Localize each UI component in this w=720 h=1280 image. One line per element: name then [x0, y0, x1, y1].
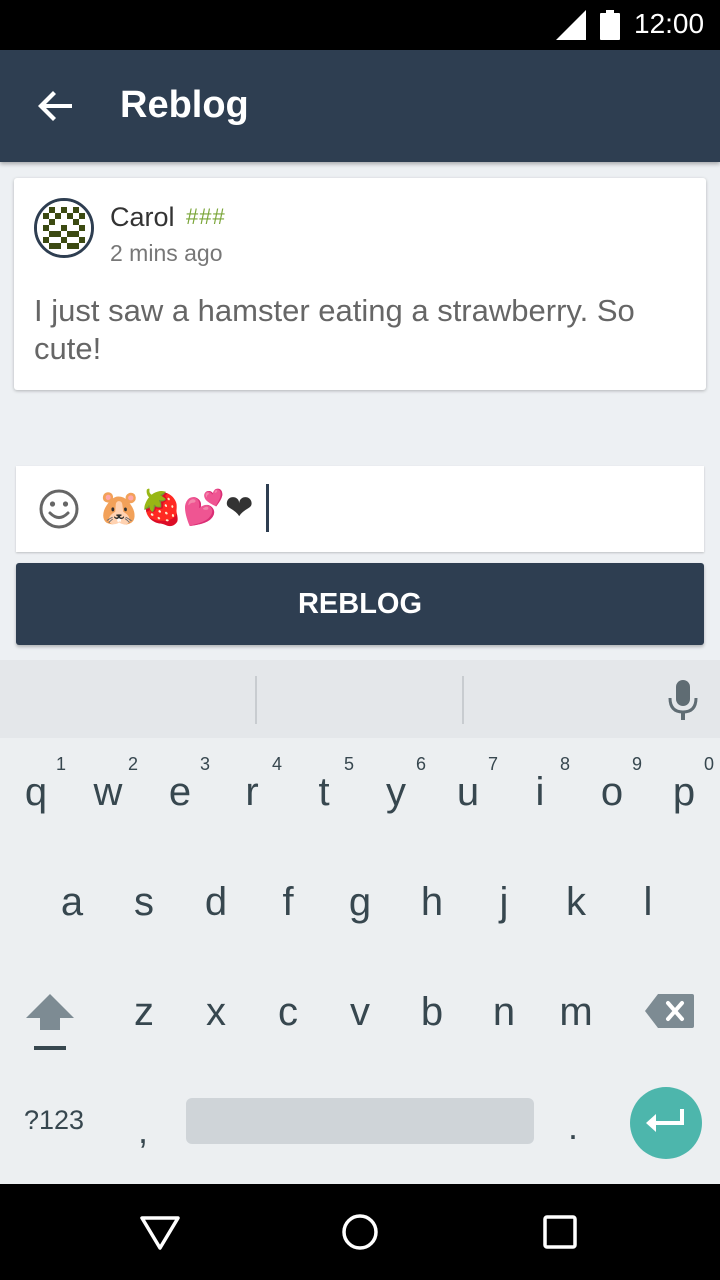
- key-q[interactable]: 1q: [0, 740, 72, 840]
- enter-icon: [646, 1109, 684, 1132]
- symbols-key[interactable]: ?123: [24, 1105, 84, 1136]
- key-label: f: [282, 880, 294, 924]
- microphone-icon[interactable]: [664, 678, 702, 722]
- key-label: c: [278, 990, 298, 1034]
- key-z[interactable]: z: [108, 972, 180, 1072]
- identicon-image: [37, 201, 91, 255]
- key-n[interactable]: n: [468, 972, 540, 1072]
- key-label: e: [168, 770, 192, 814]
- key-label: w: [93, 770, 123, 814]
- key-label: x: [206, 990, 226, 1034]
- key-d[interactable]: d: [180, 862, 252, 962]
- key-label: i: [535, 770, 545, 814]
- key-s[interactable]: s: [108, 862, 180, 962]
- nav-back-icon[interactable]: [138, 1212, 182, 1252]
- post-body: I just saw a hamster eating a strawberry…: [34, 293, 635, 366]
- avatar[interactable]: [34, 198, 94, 258]
- key-label: m: [559, 990, 593, 1034]
- key-f[interactable]: f: [252, 862, 324, 962]
- battery-icon: [600, 10, 620, 40]
- author-name[interactable]: Carol: [110, 202, 175, 233]
- key-label: j: [499, 880, 509, 924]
- post-tags[interactable]: ###: [186, 204, 226, 230]
- key-label: n: [492, 990, 516, 1034]
- key-label: z: [134, 990, 154, 1034]
- key-j[interactable]: j: [468, 862, 540, 962]
- comment-value: 🐹🍓💕❤: [98, 488, 254, 528]
- key-label: v: [350, 990, 370, 1034]
- arrow-back-icon[interactable]: [36, 86, 76, 126]
- backspace-icon[interactable]: [644, 992, 696, 1030]
- key-x[interactable]: x: [180, 972, 252, 1072]
- key-y[interactable]: 6y: [360, 740, 432, 840]
- page-title: Reblog: [120, 84, 249, 126]
- status-bar: 12:00: [0, 0, 720, 50]
- key-label: t: [318, 770, 330, 814]
- key-i[interactable]: 8i: [504, 740, 576, 840]
- reblog-button[interactable]: REBLOG: [16, 563, 704, 645]
- key-h[interactable]: h: [396, 862, 468, 962]
- key-a[interactable]: a: [36, 862, 108, 962]
- key-m[interactable]: m: [540, 972, 612, 1072]
- key-label: u: [456, 770, 480, 814]
- key-label: q: [24, 770, 48, 814]
- suggestion-bar: [0, 660, 720, 738]
- key-label: k: [566, 880, 586, 924]
- key-label: y: [386, 770, 406, 814]
- reblog-comment-input[interactable]: 🐹🍓💕❤: [16, 466, 704, 552]
- suggestion-divider: [462, 676, 464, 724]
- navigation-bar: [0, 1184, 720, 1280]
- smiley-icon[interactable]: [38, 488, 80, 530]
- key-label: s: [134, 880, 154, 924]
- key-u[interactable]: 7u: [432, 740, 504, 840]
- space-key[interactable]: [186, 1098, 534, 1144]
- key-label: r: [245, 770, 259, 814]
- key-r[interactable]: 4r: [216, 740, 288, 840]
- key-t[interactable]: 5t: [288, 740, 360, 840]
- app-bar: Reblog: [0, 50, 720, 162]
- period-key[interactable]: .: [568, 1106, 578, 1148]
- nav-home-icon[interactable]: [340, 1212, 380, 1252]
- key-c[interactable]: c: [252, 972, 324, 1072]
- key-label: b: [420, 990, 444, 1034]
- key-o[interactable]: 9o: [576, 740, 648, 840]
- post-card: Carol ### 2 mins ago I just saw a hamste…: [14, 178, 706, 390]
- key-p[interactable]: 0p: [648, 740, 720, 840]
- key-label: l: [643, 880, 653, 924]
- suggestion-divider: [255, 676, 257, 724]
- key-label: p: [672, 770, 696, 814]
- key-label: a: [60, 880, 84, 924]
- key-k[interactable]: k: [540, 862, 612, 962]
- key-b[interactable]: b: [396, 972, 468, 1072]
- key-label: h: [420, 880, 444, 924]
- post-timestamp: 2 mins ago: [110, 240, 223, 266]
- key-label: d: [204, 880, 228, 924]
- key-v[interactable]: v: [324, 972, 396, 1072]
- clock: 12:00: [634, 8, 705, 39]
- key-label: g: [348, 880, 372, 924]
- signal-icon: [556, 10, 586, 40]
- key-w[interactable]: 2w: [72, 740, 144, 840]
- key-g[interactable]: g: [324, 862, 396, 962]
- nav-recents-icon[interactable]: [542, 1214, 578, 1250]
- key-l[interactable]: l: [612, 862, 684, 962]
- shift-icon[interactable]: [24, 990, 76, 1054]
- enter-key[interactable]: [630, 1087, 702, 1159]
- key-e[interactable]: 3e: [144, 740, 216, 840]
- comma-key[interactable]: ,: [138, 1110, 148, 1152]
- key-label: o: [600, 770, 624, 814]
- text-cursor: [266, 484, 269, 532]
